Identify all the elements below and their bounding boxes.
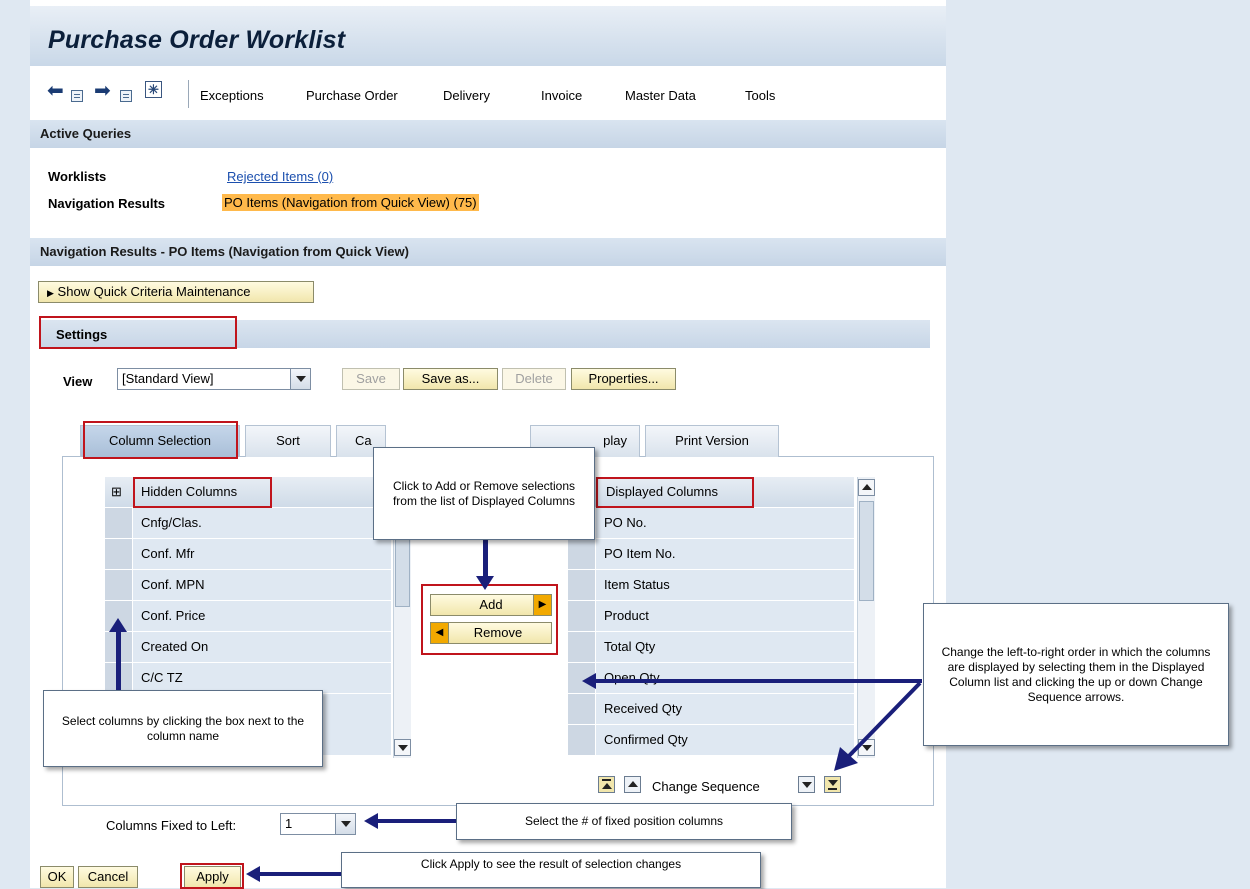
columns-fixed-label: Columns Fixed to Left: [106, 818, 237, 833]
hidden-columns-title: Hidden Columns [141, 484, 238, 499]
row-selector-box[interactable] [105, 508, 133, 539]
hidden-column-item[interactable]: Conf. MPN [133, 570, 391, 601]
settings-bar [40, 320, 930, 348]
add-button[interactable]: Add ▶ [430, 594, 552, 616]
apply-button[interactable]: Apply [184, 866, 241, 888]
hidden-column-item[interactable]: Created On [133, 632, 391, 663]
callout-add-remove: Click to Add or Remove selections from t… [373, 447, 595, 540]
displayed-column-item[interactable]: Product [596, 601, 854, 632]
back-arrow-icon[interactable]: ⬅ [47, 81, 64, 101]
show-quick-criteria-label: Show Quick Criteria Maintenance [57, 284, 251, 299]
callout-apply: Click Apply to see the result of selecti… [341, 852, 761, 888]
menu-master-data[interactable]: Master Data [625, 88, 696, 103]
properties-button[interactable]: Properties... [571, 368, 676, 390]
menu-tools[interactable]: Tools [745, 88, 775, 103]
view-label: View [63, 374, 93, 389]
row-selector-box[interactable] [568, 601, 596, 632]
add-button-label: Add [479, 597, 503, 612]
diagonal-arrow-icon [834, 681, 922, 771]
view-select[interactable]: [Standard View] [117, 368, 311, 390]
arrow-line [375, 819, 459, 823]
columns-fixed-select[interactable]: 1 [280, 813, 356, 835]
expand-triangle-icon: ▶ [47, 288, 54, 298]
displayed-column-item[interactable]: PO No. [596, 508, 854, 539]
view-select-value: [Standard View] [122, 371, 214, 386]
callout-fixed-columns: Select the # of fixed position columns [456, 803, 792, 840]
scroll-down-icon[interactable] [394, 739, 411, 756]
menu-exceptions[interactable]: Exceptions [200, 88, 264, 103]
row-selector-box[interactable] [568, 570, 596, 601]
save-button[interactable]: Save [342, 368, 400, 390]
arrow-left-icon [246, 866, 260, 882]
displayed-column-item[interactable]: Item Status [596, 570, 854, 601]
move-to-top-icon[interactable] [598, 776, 615, 793]
displayed-column-item[interactable]: Received Qty [596, 694, 854, 725]
arrow-down-icon [476, 576, 494, 590]
row-selector-box[interactable] [568, 539, 596, 570]
show-quick-criteria-button[interactable]: ▶ Show Quick Criteria Maintenance [38, 281, 314, 303]
scroll-thumb[interactable] [859, 501, 874, 601]
menu-delivery[interactable]: Delivery [443, 88, 490, 103]
displayed-column-item[interactable]: PO Item No. [596, 539, 854, 570]
scroll-up-icon[interactable] [858, 479, 875, 496]
arrow-up-icon [109, 618, 127, 632]
worklists-label: Worklists [48, 169, 107, 184]
grid-menu-icon[interactable]: ⊞ [111, 484, 122, 500]
hidden-column-item[interactable]: Conf. Mfr [133, 539, 391, 570]
arrow-right-icon: ▶ [533, 595, 551, 615]
menu-separator [188, 80, 189, 108]
columns-fixed-value: 1 [285, 816, 293, 831]
move-to-bottom-icon[interactable] [824, 776, 841, 793]
displayed-column-item[interactable]: Total Qty [596, 632, 854, 663]
navigation-results-label: Navigation Results [48, 196, 166, 211]
favorites-icon[interactable]: ✳ [145, 81, 162, 98]
page-title: Purchase Order Worklist [48, 26, 346, 54]
settings-title: Settings [56, 327, 108, 342]
hidden-column-item[interactable]: Conf. Price [133, 601, 391, 632]
row-selector-box[interactable] [105, 539, 133, 570]
move-down-icon[interactable] [798, 776, 815, 793]
tab-column-selection[interactable]: Column Selection [80, 425, 240, 457]
delete-button[interactable]: Delete [502, 368, 566, 390]
forward-history-icon[interactable] [120, 90, 132, 102]
callout-select-columns: Select columns by clicking the box next … [43, 690, 323, 767]
tab-sort[interactable]: Sort [245, 425, 331, 457]
remove-button[interactable]: ◀ Remove [430, 622, 552, 644]
arrow-left-icon [364, 813, 378, 829]
back-history-icon[interactable] [71, 90, 83, 102]
save-as-button[interactable]: Save as... [403, 368, 498, 390]
change-sequence-label: Change Sequence [652, 779, 760, 794]
cancel-button[interactable]: Cancel [78, 866, 138, 888]
displayed-columns-header: Displayed Columns [568, 477, 854, 507]
displayed-column-item[interactable]: Confirmed Qty [596, 725, 854, 756]
hidden-column-item[interactable]: Cnfg/Clas. [133, 508, 391, 539]
menu-purchase-order[interactable]: Purchase Order [306, 88, 398, 103]
row-selector-box[interactable] [568, 725, 596, 756]
row-selector-box[interactable] [568, 632, 596, 663]
forward-arrow-icon[interactable]: ➡ [94, 81, 111, 101]
arrow-left-icon: ◀ [431, 623, 449, 643]
callout-change-order: Change the left-to-right order in which … [923, 603, 1229, 746]
menu-invoice[interactable]: Invoice [541, 88, 582, 103]
move-up-icon[interactable] [624, 776, 641, 793]
hidden-columns-header: ⊞ Hidden Columns [105, 477, 410, 507]
arrow-line [258, 872, 344, 876]
arrow-left-icon [582, 673, 596, 689]
row-selector-box[interactable] [105, 570, 133, 601]
ok-button[interactable]: OK [40, 866, 74, 888]
active-queries-header: Active Queries [30, 120, 946, 148]
chevron-down-icon [335, 814, 355, 834]
displayed-columns-title: Displayed Columns [606, 484, 718, 499]
chevron-down-icon [290, 369, 310, 389]
rejected-items-link[interactable]: Rejected Items (0) [227, 169, 333, 184]
remove-button-label: Remove [473, 625, 523, 640]
navigation-results-link[interactable]: PO Items (Navigation from Quick View) (7… [222, 194, 479, 211]
navigation-results-header: Navigation Results - PO Items (Navigatio… [30, 238, 946, 266]
row-selector-box[interactable] [568, 694, 596, 725]
tab-print-version[interactable]: Print Version [645, 425, 779, 457]
arrow-line [116, 630, 121, 692]
